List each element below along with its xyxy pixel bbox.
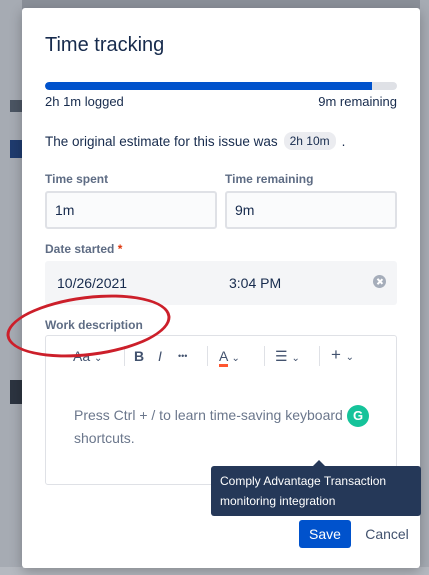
editor-placeholder: Press Ctrl + / to learn time-saving keyb…	[74, 407, 343, 446]
chevron-down-icon: ⌄	[291, 353, 300, 364]
toolbar-divider	[207, 346, 208, 366]
background-mark	[10, 380, 22, 404]
original-estimate-row: The original estimate for this issue was…	[45, 132, 345, 150]
list-dropdown[interactable]: ☰ ⌄	[275, 348, 300, 365]
estimate-suffix: .	[341, 133, 346, 149]
text-color-dropdown[interactable]: A ⌄	[219, 348, 240, 367]
date-started-label-text: Date started	[45, 242, 115, 256]
background-mark	[10, 100, 22, 112]
toolbar-divider	[264, 346, 265, 366]
more-formatting-button[interactable]: •••	[178, 351, 187, 361]
background-right-panel	[420, 0, 429, 575]
chevron-down-icon: ⌄	[231, 353, 240, 364]
logged-label: 2h 1m logged	[45, 94, 124, 109]
insert-dropdown[interactable]: + ⌄	[331, 345, 354, 365]
bullet-list-icon: ☰	[275, 348, 288, 364]
bold-button[interactable]: B	[134, 348, 144, 364]
time-spent-label: Time spent	[45, 172, 109, 186]
estimate-badge: 2h 10m	[283, 132, 336, 150]
time-picker[interactable]: 3:04 PM	[229, 275, 281, 291]
background-left-panel	[0, 0, 22, 575]
clear-icon[interactable]	[373, 275, 386, 288]
time-progress-fill	[45, 82, 373, 90]
date-picker[interactable]: 10/26/2021	[57, 275, 127, 291]
background-mark	[10, 140, 22, 158]
time-progress-bar	[45, 82, 397, 90]
time-spent-input[interactable]: 1m	[45, 191, 217, 229]
save-button[interactable]: Save	[299, 520, 351, 548]
dialog-title: Time tracking	[45, 34, 165, 56]
grammarly-icon[interactable]: G	[347, 405, 369, 427]
cancel-button[interactable]: Cancel	[363, 520, 411, 548]
date-started-label: Date started *	[45, 242, 122, 256]
remaining-label: 9m remaining	[318, 94, 397, 109]
italic-button[interactable]: I	[158, 348, 162, 364]
toolbar-divider	[319, 346, 320, 366]
background-footer	[0, 567, 429, 575]
chevron-down-icon: ⌄	[345, 352, 355, 363]
plus-icon: +	[331, 345, 341, 364]
tooltip: Comply Advantage Transaction monitoring …	[211, 466, 421, 516]
required-mark: *	[117, 242, 123, 256]
estimate-text: The original estimate for this issue was	[45, 133, 278, 149]
work-description-editor[interactable]: Aa ⌄ B I ••• A ⌄ ☰ ⌄ + ⌄ Press Ctrl + /	[45, 335, 397, 485]
text-color-icon: A	[219, 348, 228, 367]
time-remaining-input[interactable]: 9m	[225, 191, 397, 229]
time-remaining-label: Time remaining	[225, 172, 314, 186]
